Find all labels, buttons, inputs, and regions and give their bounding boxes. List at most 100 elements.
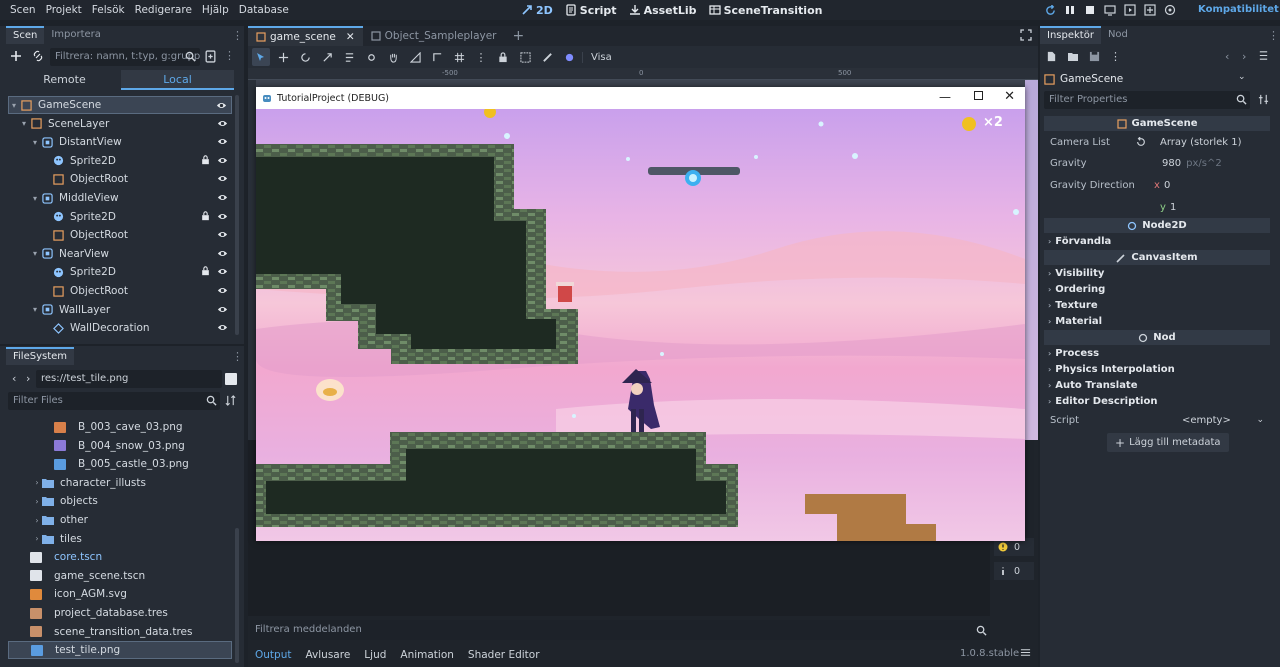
inspector-menu-icon[interactable]: ⋮ [1268,29,1279,42]
tab-scene[interactable]: Scen [6,26,45,44]
forward-icon[interactable]: › [26,372,30,385]
file-list-scrollbar[interactable] [235,528,239,663]
category-material[interactable]: › Material [1048,316,1102,327]
file-item[interactable]: icon_AGM.svg [8,585,232,603]
reload-icon[interactable] [1043,3,1057,17]
stop-icon[interactable] [1083,3,1097,17]
folder-item[interactable]: › other [8,511,232,529]
tab-shader-editor[interactable]: Shader Editor [461,649,547,661]
tree-node[interactable]: ▾ GameScene [8,96,232,114]
file-item[interactable]: scene_transition_data.tres [8,623,232,641]
category-texture[interactable]: › Texture [1048,300,1098,311]
visibility-eye-icon[interactable] [217,323,228,332]
script-dropdown-icon[interactable]: ⌄ [1256,415,1264,425]
category-auto-translate[interactable]: › Auto Translate [1048,380,1138,391]
category-editor-description[interactable]: › Editor Description [1048,396,1157,407]
expand-arrow-icon[interactable]: ▾ [30,138,40,147]
selected-node-selector[interactable]: GameScene [1044,70,1250,88]
history-forward-icon[interactable]: › [1242,50,1246,63]
file-item[interactable]: project_database.tres [8,604,232,622]
split-view-icon[interactable] [225,373,237,385]
close-tab-icon[interactable]: ✕ [346,28,355,46]
workspace-script-button[interactable]: Script [565,4,617,17]
gravity-direction-y[interactable]: 1 [1170,202,1176,213]
menu-scene[interactable]: Scen [5,0,41,20]
visibility-eye-icon[interactable] [217,249,228,258]
menu-database[interactable]: Database [234,0,294,20]
expand-arrow-icon[interactable]: › [32,497,42,506]
instance-scene-icon[interactable] [32,50,44,62]
list-select-icon[interactable] [340,48,358,66]
visibility-eye-icon[interactable] [216,101,227,110]
open-folder-icon[interactable] [1067,51,1079,62]
ruler-tool-icon[interactable] [406,48,424,66]
snap-options-icon[interactable]: ⋮ [472,48,490,66]
new-resource-icon[interactable] [1046,51,1057,62]
file-item[interactable]: game_scene.tscn [8,567,232,585]
add-tab-button[interactable]: + [505,26,533,46]
category-process[interactable]: › Process [1048,348,1099,359]
save-icon[interactable] [1089,51,1100,62]
tree-node[interactable]: WallDecoration [8,319,232,337]
expand-arrow-icon[interactable]: ▾ [30,305,40,314]
pivot-tool-icon[interactable] [362,48,380,66]
tab-node[interactable]: Nod [1101,26,1135,44]
file-item[interactable]: test_tile.png [8,641,232,660]
folder-item[interactable]: › objects [8,492,232,510]
tree-node[interactable]: ▾ DistantView [8,133,232,151]
expand-arrow-icon[interactable]: ▾ [9,101,19,110]
game-window[interactable]: TutorialProject (DEBUG) — ✕ ×2 [256,87,1025,541]
tree-node[interactable]: Sprite2D [8,263,232,281]
expand-arrow-icon[interactable]: › [32,516,42,525]
lock-icon[interactable] [201,210,210,221]
expand-arrow-icon[interactable]: ▾ [30,194,40,203]
attach-script-icon[interactable] [204,50,217,63]
expand-arrow-icon[interactable]: ▾ [19,119,29,128]
chevron-down-icon[interactable]: ⌄ [1238,72,1246,82]
pause-icon[interactable] [1063,3,1077,17]
menu-debug[interactable]: Felsök [87,0,130,20]
grid-snap-icon[interactable] [450,48,468,66]
maximize-icon[interactable] [974,91,983,100]
category-visibility[interactable]: › Visibility [1048,268,1104,279]
game-canvas[interactable]: ×2 [256,109,1025,541]
camera-list-value[interactable]: Array (storlek 1) [1160,137,1242,148]
movie-maker-icon[interactable] [1163,3,1177,17]
lock-icon[interactable] [201,266,210,276]
skeleton-icon[interactable] [538,48,556,66]
file-item[interactable]: B_003_cave_03.png [8,418,232,436]
add-node-icon[interactable] [10,50,22,62]
play-scene-icon[interactable] [1123,3,1137,17]
tab-filesystem[interactable]: FileSystem [6,347,75,365]
tab-game-scene[interactable]: game_scene ✕ [248,26,363,46]
file-item[interactable]: B_005_castle_03.png [8,455,232,473]
add-metadata-button[interactable]: + Lägg till metadata [1107,433,1229,452]
folder-item[interactable]: › tiles [8,530,232,548]
lock-selected-icon[interactable] [494,48,512,66]
tab-output[interactable]: Output [248,649,298,661]
tree-node[interactable]: Sprite2D [8,152,232,170]
tree-node[interactable]: ▾ SceneLayer [8,115,232,133]
tab-object-sampleplayer[interactable]: Object_Sampleplayer [363,26,505,46]
expand-arrow-icon[interactable]: › [32,478,42,487]
renderer-selector[interactable]: Kompatibilitet [1198,0,1280,20]
scene-tree-scrollbar[interactable] [235,95,239,335]
tab-audio[interactable]: Ljud [357,649,393,661]
history-back-icon[interactable]: ‹ [1225,50,1229,63]
tree-node[interactable]: ObjectRoot [8,226,232,244]
back-icon[interactable]: ‹ [12,372,16,385]
gravity-direction-x[interactable]: 0 [1164,180,1170,191]
tree-node[interactable]: ▾ MiddleView [8,189,232,207]
file-item[interactable]: core.tscn [8,548,232,566]
visibility-eye-icon[interactable] [217,286,228,295]
scene-filter-input[interactable]: Filtrera: namn, t:typ, g:grupp [50,48,200,66]
rotate-tool-icon[interactable] [296,48,314,66]
distraction-free-icon[interactable] [1020,29,1032,41]
group-selected-icon[interactable] [516,48,534,66]
gravity-value[interactable]: 980 [1162,158,1181,169]
property-options-icon[interactable] [1258,94,1269,105]
tab-import[interactable]: Importera [44,26,108,44]
expand-arrow-icon[interactable]: ▾ [30,249,40,258]
revert-icon[interactable] [1136,137,1146,147]
dock-menu-icon[interactable]: ⋮ [232,29,243,42]
